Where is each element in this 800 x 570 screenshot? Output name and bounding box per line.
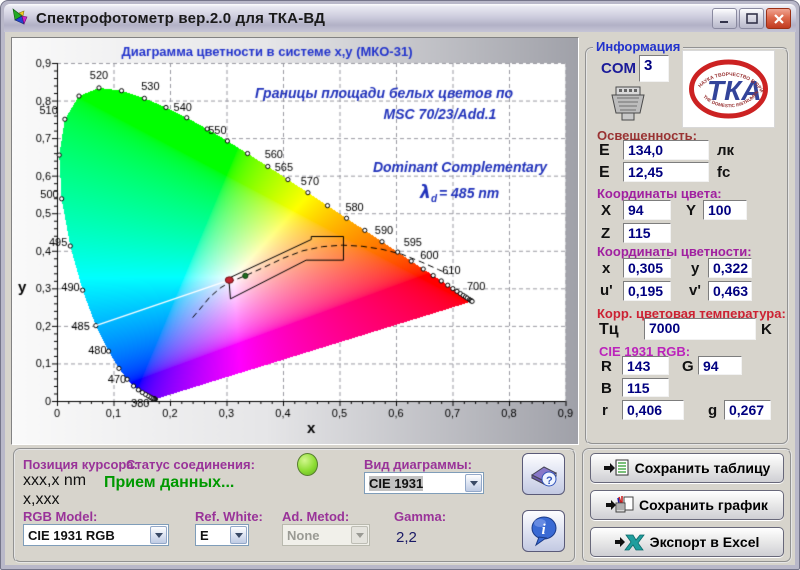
svg-text:?: ?: [546, 475, 553, 487]
chromaticity-coords-label: Координаты цветности:: [597, 244, 752, 259]
help-book-icon: ?: [528, 458, 560, 490]
title-bar[interactable]: Спектрофотометр вер.2.0 для ТКА-ВД: [4, 4, 796, 32]
ad-metod-select: None: [282, 524, 370, 546]
rgb-g-value: 94: [698, 356, 742, 375]
chroma-u-value: 0,195: [623, 281, 671, 301]
diagram-type-label: Вид диаграммы:: [364, 457, 472, 472]
chroma-u-name: u': [600, 282, 613, 299]
minimize-icon: [719, 14, 731, 24]
app-icon: [10, 8, 30, 28]
save-chart-label: Сохранить график: [639, 497, 768, 513]
cursor-nm-value: xxx,x nm: [23, 472, 86, 490]
maximize-button[interactable]: [739, 8, 764, 29]
save-chart-button[interactable]: Сохранить график: [590, 490, 784, 520]
maximize-icon: [746, 13, 758, 24]
rgb-model-value: CIE 1931 RGB: [28, 528, 115, 543]
ref-white-value: E: [200, 528, 209, 543]
rgb-g-name: G: [682, 358, 694, 375]
coord-x-value: 94: [623, 200, 671, 220]
export-excel-label: Экспорт в Excel: [650, 534, 760, 550]
info-button[interactable]: i: [522, 510, 565, 552]
app-window: Спектрофотометр вер.2.0 для ТКА-ВД Инфор…: [0, 0, 800, 570]
rgb-r-name: R: [601, 358, 612, 375]
export-excel-button[interactable]: Экспорт в Excel: [590, 527, 784, 557]
illuminance-fc-value: 12,45: [623, 162, 709, 182]
save-table-icon: [604, 459, 630, 477]
rgb-gl-value: 0,267: [724, 400, 771, 420]
rgb-rl-value: 0,406: [622, 400, 684, 420]
rgb-gl-name: g: [708, 402, 717, 419]
cct-unit: K: [761, 321, 772, 338]
rgb-model-select[interactable]: CIE 1931 RGB: [23, 524, 169, 546]
coord-x-name: X: [601, 202, 611, 219]
diagram-type-value: CIE 1931: [369, 476, 423, 491]
save-table-button[interactable]: Сохранить таблицу: [590, 453, 784, 483]
ref-white-label: Ref. White:: [195, 509, 263, 524]
chroma-v-value: 0,463: [708, 281, 752, 301]
rgb-rl-name: r: [602, 402, 608, 419]
info-group-title: Информация: [593, 40, 683, 53]
ref-white-select[interactable]: E: [195, 524, 249, 546]
minimize-button[interactable]: [712, 8, 737, 29]
save-table-label: Сохранить таблицу: [635, 460, 771, 476]
chroma-x-value: 0,305: [623, 258, 671, 278]
cursor-position-label: Позиция курсора:: [23, 457, 138, 472]
coord-y-value: 100: [703, 200, 747, 220]
color-coords-label: Координаты цвета:: [597, 186, 722, 201]
close-icon: [773, 13, 785, 25]
chroma-y-name: y: [691, 260, 699, 277]
chroma-x-name: x: [602, 260, 610, 277]
info-bubble-icon: i: [529, 515, 559, 547]
coord-y-name: Y: [686, 202, 696, 219]
tka-logo: ТКА НАУКА ТВОРЧЕСТВО В ПРИБОРАХ THE DOME…: [682, 50, 775, 128]
cct-name: Тц: [599, 321, 619, 339]
chevron-down-icon[interactable]: [150, 526, 167, 544]
coord-z-value: 115: [623, 223, 671, 243]
illuminance-e-fc-name: E: [599, 164, 610, 182]
chevron-down-icon: [351, 526, 368, 544]
illuminance-lux-value: 134,0: [623, 140, 709, 160]
connection-status-text: Прием данных...: [104, 474, 234, 492]
ad-metod-value: None: [287, 528, 320, 543]
rgb-r-value: 143: [622, 356, 669, 375]
cie-chromaticity-chart[interactable]: [12, 38, 578, 444]
close-button[interactable]: [766, 8, 791, 29]
ad-metod-label: Ad. Metod:: [282, 509, 349, 524]
connection-status-label: Статус соединения:: [126, 457, 255, 472]
chroma-y-value: 0,322: [708, 258, 752, 278]
lux-unit: лк: [717, 142, 734, 159]
coord-z-name: Z: [601, 225, 610, 242]
gamma-label: Gamma:: [394, 509, 446, 524]
help-button[interactable]: ?: [522, 453, 565, 495]
window-title: Спектрофотометр вер.2.0 для ТКА-ВД: [36, 10, 325, 27]
chevron-down-icon[interactable]: [465, 474, 482, 492]
com-port-label: COM: [601, 60, 636, 77]
rgb-model-label: RGB Model:: [23, 509, 97, 524]
excel-icon: [615, 533, 645, 551]
chevron-down-icon[interactable]: [230, 526, 247, 544]
cursor-xy-value: x,xxx: [23, 491, 59, 509]
gamma-value: 2,2: [396, 529, 417, 546]
fc-unit: fc: [717, 164, 730, 181]
com-port-value[interactable]: 3: [639, 55, 669, 82]
diagram-type-select[interactable]: CIE 1931: [364, 472, 484, 494]
rgb-b-name: B: [601, 380, 612, 397]
chromaticity-diagram-panel: [11, 37, 579, 445]
save-chart-icon: [606, 495, 634, 515]
rgb-b-value: 115: [622, 378, 669, 397]
cct-value: 7000: [644, 318, 756, 340]
connection-status-led: [297, 453, 318, 476]
chroma-v-name: v': [689, 282, 701, 299]
serial-connector-icon: [607, 86, 649, 122]
illuminance-e-lux-name: E: [599, 142, 610, 160]
